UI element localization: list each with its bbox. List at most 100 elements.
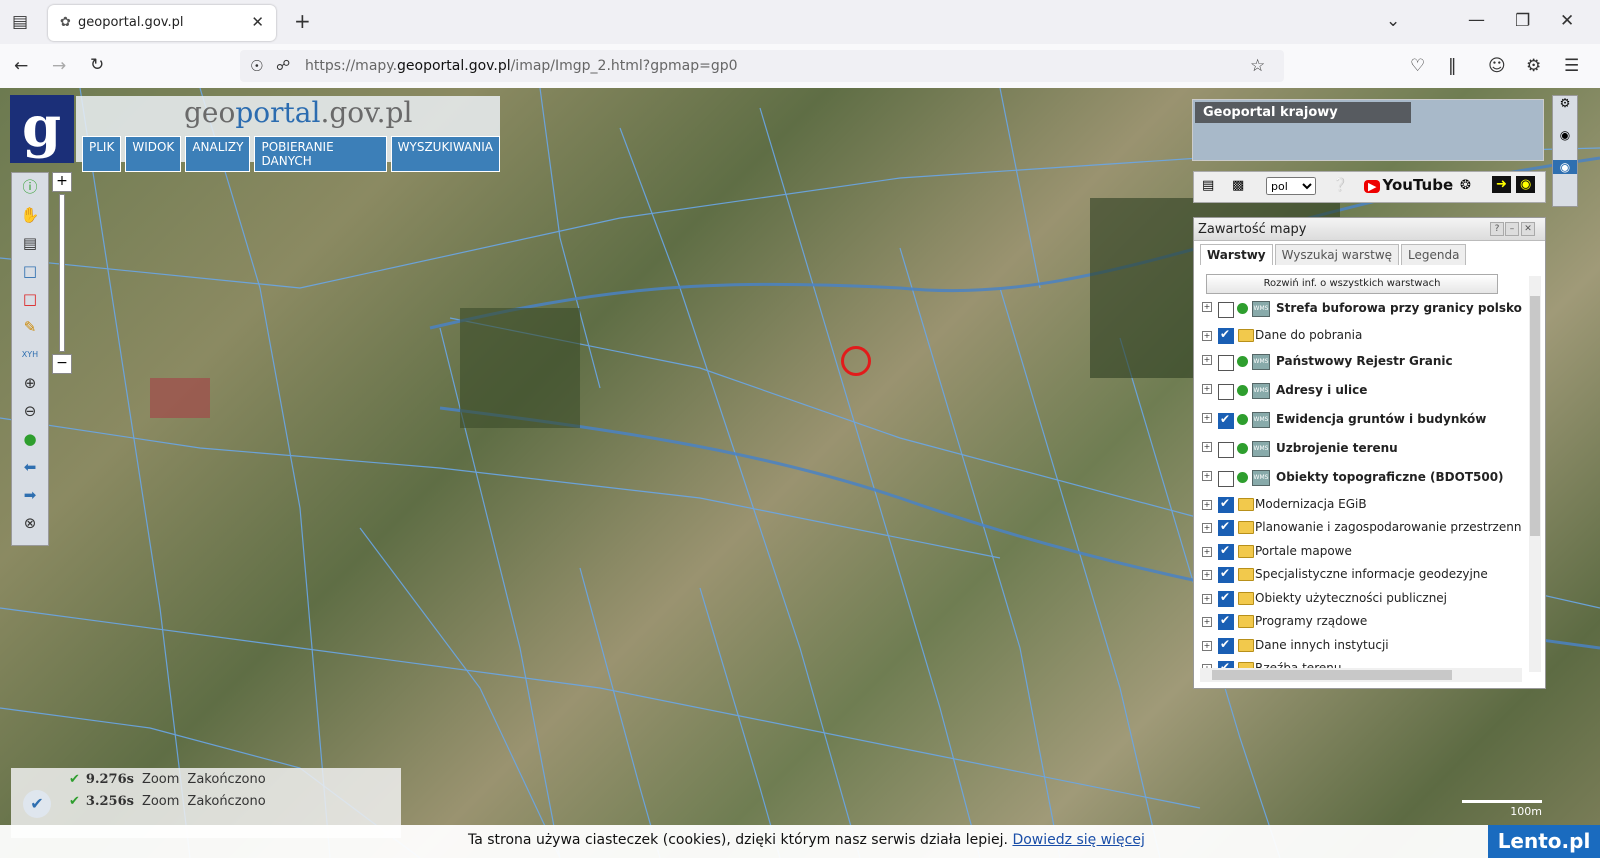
layer-list-vscroll[interactable] [1529, 276, 1541, 672]
layer-row[interactable]: + Dane innych instytucji [1200, 635, 1522, 659]
bookmark-star-icon[interactable]: ☆ [1250, 56, 1265, 76]
layer-row[interactable]: + Planowanie i zagospodarowanie przestrze… [1200, 517, 1522, 541]
expand-layer-icon[interactable]: + [1202, 470, 1212, 481]
expand-all-button[interactable]: Rozwiń inf. o wszystkich warstwach [1206, 274, 1498, 294]
eye-yellow-icon[interactable]: ◉ [1516, 176, 1536, 193]
previous-extent-icon[interactable]: ⬅ [12, 453, 48, 481]
layer-checkbox[interactable] [1218, 590, 1234, 607]
youtube-link[interactable]: ▶ YouTube [1364, 176, 1453, 194]
layer-row[interactable]: + Obiekty użyteczności publicznej [1200, 588, 1522, 612]
layer-checkbox[interactable] [1218, 543, 1234, 560]
layer-checkbox[interactable] [1218, 613, 1234, 630]
account-icon[interactable]: ☺ [1488, 56, 1506, 76]
layer-row[interactable]: + Programy rządowe [1200, 611, 1522, 635]
zoom-track[interactable] [59, 194, 65, 352]
info-icon[interactable]: ⓘ [12, 173, 48, 201]
menu-wyszukiwania[interactable]: WYSZUKIWANIA [390, 136, 500, 172]
pocket-icon[interactable]: ♡ [1410, 56, 1425, 76]
layer-row[interactable]: + Portale mapowe [1200, 541, 1522, 565]
menu-pobieranie-danych[interactable]: POBIERANIE DANYCH [254, 136, 387, 172]
geoportal-logo[interactable]: g [10, 95, 74, 163]
wms-icon[interactable]: ▩ [1232, 178, 1244, 193]
layer-checkbox[interactable] [1218, 637, 1234, 654]
expand-layer-icon[interactable]: + [1202, 640, 1212, 651]
layer-row[interactable]: + WMS Państwowy Rejestr Granic [1200, 349, 1522, 378]
zoom-plus-button[interactable]: + [52, 172, 72, 192]
tab-wyszukaj-warstwe[interactable]: Wyszukaj warstwę [1274, 244, 1400, 265]
layer-row[interactable]: + WMS Obiekty topograficzne (BDOT500) [1200, 465, 1522, 494]
layer-row[interactable]: + WMS Strefa buforowa przy granicy polsko-… [1200, 296, 1522, 325]
expand-layer-icon[interactable]: + [1202, 570, 1212, 580]
layer-checkbox[interactable] [1218, 566, 1234, 583]
zoom-out-icon[interactable]: ⊖ [12, 397, 48, 425]
layer-checkbox[interactable] [1218, 441, 1234, 458]
library-icon[interactable]: ‖ [1448, 56, 1457, 76]
layer-checkbox[interactable] [1218, 496, 1234, 513]
layer-checkbox[interactable] [1218, 470, 1234, 487]
zoom-slider[interactable]: + − [52, 172, 72, 374]
layer-row[interactable]: + WMS Ewidencja gruntów i budynków [1200, 407, 1522, 436]
hscroll-thumb[interactable] [1212, 670, 1452, 680]
layer-checkbox[interactable] [1218, 412, 1234, 429]
layer-checkbox[interactable] [1218, 519, 1234, 536]
expand-layer-icon[interactable]: + [1202, 331, 1212, 341]
menu-icon[interactable]: ☰ [1564, 56, 1579, 76]
window-close-icon[interactable]: ✕ [1560, 11, 1574, 31]
reload-icon[interactable]: ↻ [90, 55, 104, 75]
layer-row[interactable]: + WMS Uzbrojenie terenu [1200, 436, 1522, 465]
new-tab-icon[interactable]: + [294, 11, 311, 31]
minimize-icon[interactable]: — [1468, 10, 1485, 30]
pencil-icon[interactable]: ✎ [12, 313, 48, 341]
eye-small-icon[interactable]: ◉ [1553, 128, 1577, 142]
eye-active-icon[interactable]: ◉ [1553, 160, 1577, 174]
panel-help-button[interactable]: ? [1490, 222, 1504, 236]
tab-warstwy[interactable]: Warstwy [1200, 244, 1273, 265]
layer-row[interactable]: + Modernizacja EGiB [1200, 494, 1522, 518]
layer-row[interactable]: + Dane do pobrania [1200, 325, 1522, 349]
pan-hand-icon[interactable]: ✋ [12, 201, 48, 229]
vscroll-thumb[interactable] [1530, 296, 1540, 536]
settings-icon[interactable]: ⚙ [1553, 96, 1577, 110]
expand-layer-icon[interactable]: + [1202, 546, 1212, 557]
browser-tab[interactable]: ✿ geoportal.gov.pl ✕ [48, 5, 276, 41]
expand-layer-icon[interactable]: + [1202, 354, 1212, 365]
cookie-more-link[interactable]: Dowiedz się więcej [1012, 832, 1144, 848]
legend-icon[interactable]: ▤ [12, 229, 48, 257]
menu-widok[interactable]: WIDOK [125, 136, 182, 172]
next-extent-icon[interactable]: ➡ [12, 481, 48, 509]
clear-icon[interactable]: ⊗ [12, 509, 48, 537]
zoom-minus-button[interactable]: − [52, 354, 72, 374]
extensions-icon[interactable]: ⚙ [1526, 56, 1541, 76]
arrow-right-icon[interactable]: ➜ [1492, 176, 1511, 193]
lock-icon[interactable]: ☍ [276, 56, 290, 76]
panel-close-button[interactable]: ✕ [1521, 222, 1535, 236]
layer-checkbox[interactable] [1218, 354, 1234, 371]
layer-row[interactable]: + Specjalistyczne informacje geodezyjne [1200, 564, 1522, 588]
tab-list-icon[interactable]: ▤ [12, 12, 28, 32]
panel-minimize-button[interactable]: – [1505, 222, 1519, 236]
address-bar[interactable]: ☉ ☍ https://mapy.geoportal.gov.pl/imap/I… [240, 50, 1284, 82]
layer-list-hscroll[interactable] [1200, 668, 1522, 682]
zoom-in-icon[interactable]: ⊕ [12, 369, 48, 397]
chevron-down-icon[interactable]: ⌄ [1386, 11, 1400, 31]
shield-icon[interactable]: ☉ [250, 56, 263, 76]
expand-layer-icon[interactable]: + [1202, 383, 1212, 394]
status-check-icon[interactable]: ✔ [23, 790, 51, 818]
tab-legenda[interactable]: Legenda [1401, 244, 1467, 265]
expand-layer-icon[interactable]: + [1202, 412, 1212, 423]
forward-icon[interactable]: → [52, 56, 66, 76]
layer-checkbox[interactable] [1218, 327, 1234, 344]
expand-layer-icon[interactable]: + [1202, 302, 1212, 312]
help-icon[interactable]: ❔ [1332, 178, 1348, 193]
expand-layer-icon[interactable]: + [1202, 499, 1212, 510]
layer-row[interactable]: +Rzeźba terenu [1200, 658, 1522, 668]
overview-map[interactable]: Geoportal krajowy [1192, 99, 1544, 161]
layer-checkbox[interactable] [1218, 383, 1234, 400]
layer-checkbox[interactable] [1218, 660, 1234, 668]
layers-list-icon[interactable]: ▤ [1202, 178, 1214, 193]
restore-icon[interactable]: ❐ [1515, 11, 1530, 31]
back-icon[interactable]: ← [14, 56, 28, 76]
xyz-coordinates-icon[interactable]: XYH [12, 341, 48, 369]
expand-layer-icon[interactable]: + [1202, 593, 1212, 604]
expand-layer-icon[interactable]: + [1202, 441, 1212, 452]
